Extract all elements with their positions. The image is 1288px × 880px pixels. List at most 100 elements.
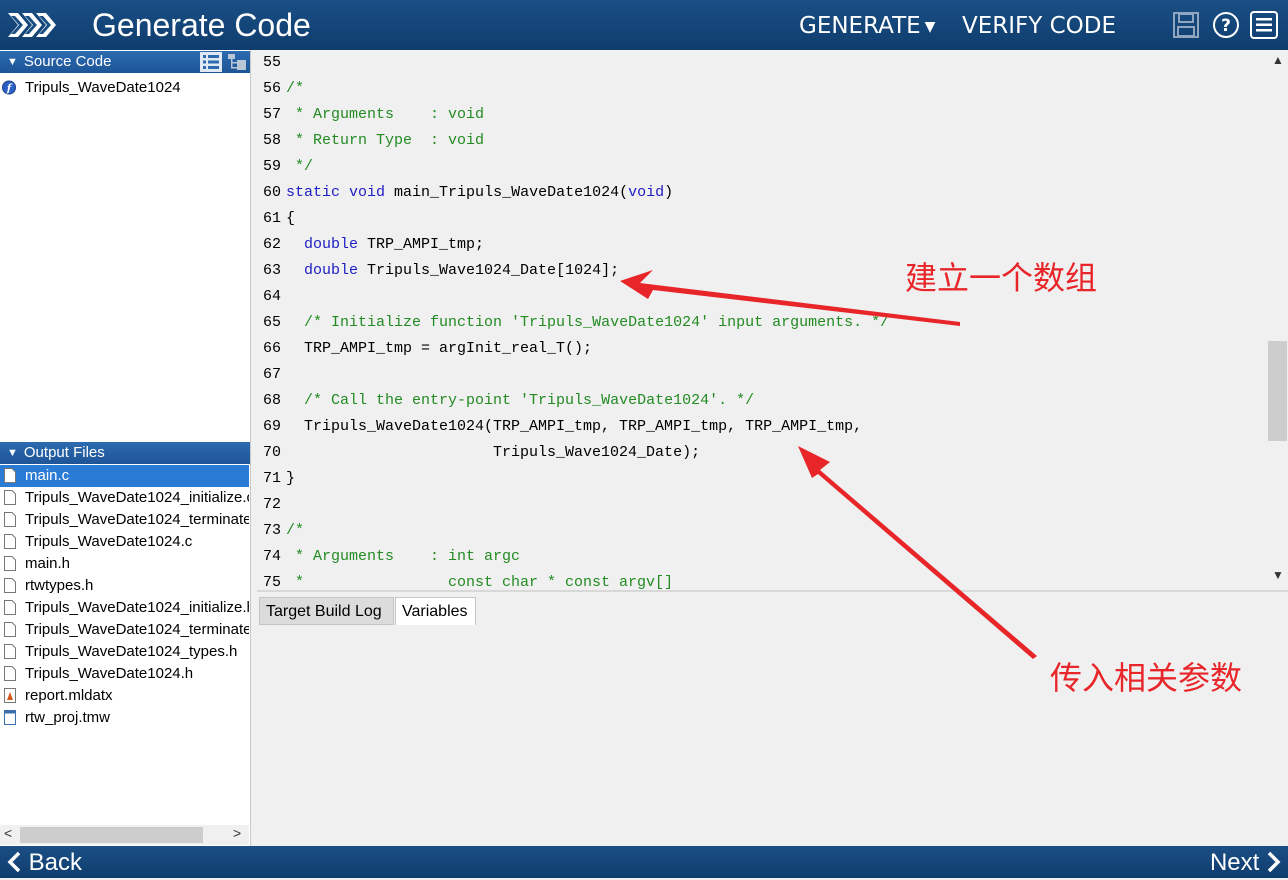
code-text: * const char * const argv[] xyxy=(286,570,673,590)
output-file-label: rtwtypes.h xyxy=(25,577,94,594)
left-panel: ▼ Source Code f Tripuls_WaveDate1024 ▼ Out… xyxy=(0,50,251,846)
output-file-item[interactable]: Tripuls_WaveDate1024_initialize.c xyxy=(0,487,249,509)
output-file-item[interactable]: rtwtypes.h xyxy=(0,575,249,597)
scroll-down-icon[interactable]: ▼ xyxy=(1272,568,1284,582)
output-file-item[interactable]: Tripuls_WaveDate1024_terminate.c xyxy=(0,509,249,531)
source-code-panel-title: Source Code xyxy=(23,53,112,70)
file-icon xyxy=(4,622,16,637)
output-file-item[interactable]: main.c xyxy=(0,465,249,487)
code-viewer[interactable]: 55 56/* 57 * Arguments : void 58 * Return T… xyxy=(257,50,1267,590)
output-file-item[interactable]: Tripuls_WaveDate1024.h xyxy=(0,663,249,685)
scroll-up-icon[interactable]: ▲ xyxy=(1272,53,1284,67)
source-function-item[interactable]: f Tripuls_WaveDate1024 xyxy=(0,77,249,99)
code-token: /* Initialize function 'Tripuls_WaveDate… xyxy=(304,314,890,331)
line-number: 56 xyxy=(263,80,282,97)
caret-down-icon: ▼ xyxy=(924,18,936,35)
code-token: void xyxy=(628,184,665,201)
line-number: 74 xyxy=(263,548,282,565)
code-token: { xyxy=(286,210,296,227)
output-file-item[interactable]: Tripuls_WaveDate1024_terminate.h xyxy=(0,619,249,641)
code-text: /* xyxy=(286,76,304,102)
scrollbar-thumb[interactable] xyxy=(1268,341,1287,441)
code-text: static void main_Tripuls_WaveDate1024(vo… xyxy=(286,180,673,206)
output-file-item[interactable]: report.mldatx xyxy=(0,685,249,707)
output-file-label: rtw_proj.tmw xyxy=(25,709,111,726)
output-files-panel-header[interactable]: ▼ Output Files xyxy=(0,442,250,464)
next-button[interactable]: Next xyxy=(1210,846,1282,878)
code-token: /* Call the entry-point 'Tripuls_WaveDat… xyxy=(304,392,755,409)
code-text: double TRP_AMPI_tmp; xyxy=(286,232,484,258)
report-file-icon xyxy=(4,688,16,703)
collapse-triangle-icon[interactable]: ▼ xyxy=(7,51,18,73)
code-token: * Arguments : int argc xyxy=(286,548,521,565)
verify-code-button[interactable]: VERIFY CODE xyxy=(962,12,1116,40)
output-file-item[interactable]: rtw_proj.tmw xyxy=(0,707,249,729)
output-file-item[interactable]: main.h xyxy=(0,553,249,575)
code-token: TRP_AMPI_tmp; xyxy=(358,236,485,253)
back-button[interactable]: Back xyxy=(6,846,82,878)
line-number: 60 xyxy=(263,184,282,201)
source-code-panel-header[interactable]: ▼ Source Code xyxy=(0,51,250,73)
file-icon xyxy=(4,666,16,681)
help-icon[interactable]: ? xyxy=(1212,11,1240,39)
code-text: /* Call the entry-point 'Tripuls_WaveDat… xyxy=(286,388,754,414)
code-text: } xyxy=(286,466,295,492)
code-token: Tripuls_Wave1024_Date[1024]; xyxy=(358,262,620,279)
tab-variables[interactable]: Variables xyxy=(395,597,476,625)
scrollbar-thumb[interactable] xyxy=(20,827,203,843)
code-token: Tripuls_Wave1024_Date); xyxy=(286,444,701,461)
chevron-right-icon xyxy=(1267,851,1281,873)
function-icon: f xyxy=(2,80,16,95)
code-text: */ xyxy=(286,154,313,180)
file-icon xyxy=(4,490,16,505)
project-file-icon xyxy=(4,710,16,725)
generate-menu-button[interactable]: GENERATE ▼ xyxy=(799,12,935,41)
line-number: 64 xyxy=(263,288,282,305)
panel-divider[interactable] xyxy=(257,590,1288,592)
code-text: double Tripuls_Wave1024_Date[1024]; xyxy=(286,258,619,284)
line-number: 72 xyxy=(263,496,282,513)
code-token: /* xyxy=(286,80,305,97)
scroll-right-icon[interactable]: > xyxy=(233,825,241,841)
hamburger-menu-icon[interactable] xyxy=(1249,10,1279,40)
output-file-label: Tripuls_WaveDate1024_types.h xyxy=(25,643,238,660)
collapse-triangle-icon[interactable]: ▼ xyxy=(7,442,18,464)
tab-target-build-log[interactable]: Target Build Log xyxy=(259,597,394,625)
save-icon[interactable] xyxy=(1173,12,1199,38)
code-text: * Arguments : int argc xyxy=(286,544,520,570)
line-number: 71 xyxy=(263,470,282,487)
file-icon xyxy=(4,600,16,615)
output-file-label: report.mldatx xyxy=(25,687,113,704)
list-view-icon[interactable] xyxy=(200,52,222,72)
code-text: Tripuls_WaveDate1024(TRP_AMPI_tmp, TRP_A… xyxy=(286,414,862,440)
output-file-label: Tripuls_WaveDate1024_terminate.h xyxy=(25,621,249,638)
file-icon xyxy=(4,534,16,549)
tree-view-icon[interactable] xyxy=(226,52,248,72)
next-label: Next xyxy=(1209,849,1260,876)
scroll-left-icon[interactable]: < xyxy=(4,825,12,841)
app-logo-icon xyxy=(8,13,56,37)
code-token: double xyxy=(304,262,359,279)
output-file-item[interactable]: Tripuls_WaveDate1024_types.h xyxy=(0,641,249,663)
output-file-item[interactable]: Tripuls_WaveDate1024_initialize.h xyxy=(0,597,249,619)
chevron-left-icon xyxy=(7,851,21,873)
line-number: 66 xyxy=(263,340,282,357)
line-number: 58 xyxy=(263,132,282,149)
code-token: */ xyxy=(286,158,314,175)
code-token: void xyxy=(349,184,386,201)
code-token: * Arguments : void xyxy=(286,106,485,123)
source-function-label: Tripuls_WaveDate1024 xyxy=(25,79,181,96)
output-file-item[interactable]: Tripuls_WaveDate1024.c xyxy=(0,531,249,553)
output-file-label: main.h xyxy=(25,555,71,572)
file-icon xyxy=(4,556,16,571)
vertical-scrollbar[interactable]: ▲ ▼ xyxy=(1267,50,1288,590)
footer-bar: Back Next xyxy=(0,846,1288,878)
line-number: 70 xyxy=(263,444,282,461)
horizontal-scrollbar[interactable]: < > xyxy=(0,825,249,845)
code-text: Tripuls_Wave1024_Date); xyxy=(286,440,700,466)
output-file-label: Tripuls_WaveDate1024_initialize.c xyxy=(25,489,249,506)
line-number: 57 xyxy=(263,106,282,123)
output-file-label: Tripuls_WaveDate1024_terminate.c xyxy=(25,511,249,528)
file-icon xyxy=(4,468,16,483)
